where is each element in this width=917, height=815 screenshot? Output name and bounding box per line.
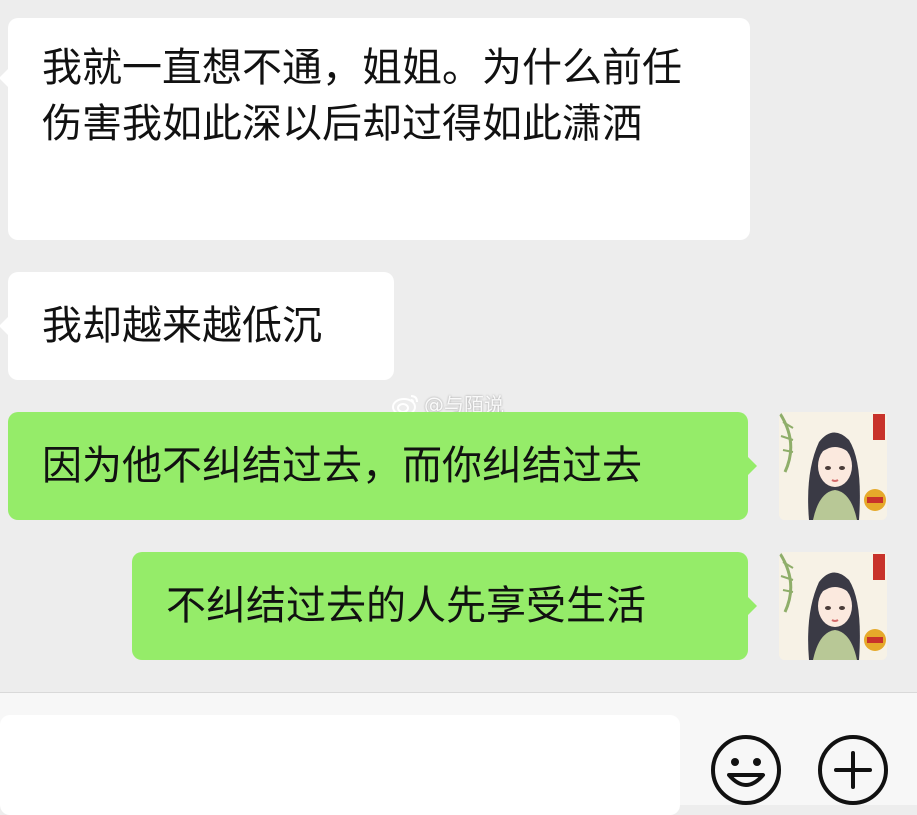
bubble-tail (747, 596, 757, 616)
message-text: 因为他不纠结过去，而你纠结过去 (42, 443, 642, 489)
message-bubble-outgoing[interactable]: 不纠结过去的人先享受生活 (132, 552, 757, 660)
message-text: 我却越来越低沉 (42, 303, 322, 349)
message-input[interactable] (0, 715, 680, 815)
input-bar (0, 692, 917, 815)
avatar-illustration (779, 552, 887, 660)
avatar[interactable] (779, 412, 887, 520)
smiley-face-icon (711, 735, 781, 805)
message-bubble-outgoing[interactable]: 因为他不纠结过去，而你纠结过去 (8, 412, 757, 520)
message-text: 不纠结过去的人先享受生活 (166, 583, 646, 629)
message-text: 我就一直想不通，姐姐。为什么前任伤害我如此深以后却过得如此潇洒 (42, 45, 682, 147)
plus-circle-icon (818, 735, 888, 805)
more-button[interactable] (816, 733, 890, 807)
emoji-button[interactable] (709, 733, 783, 807)
avatar-illustration (779, 412, 887, 520)
avatar[interactable] (779, 552, 887, 660)
chat-area[interactable]: 我就一直想不通，姐姐。为什么前任伤害我如此深以后却过得如此潇洒 我却越来越低沉 … (0, 0, 917, 692)
message-bubble-incoming[interactable]: 我却越来越低沉 (0, 272, 394, 380)
bubble-tail (0, 316, 9, 336)
bubble-tail (747, 456, 757, 476)
message-bubble-incoming[interactable]: 我就一直想不通，姐姐。为什么前任伤害我如此深以后却过得如此潇洒 (0, 18, 750, 240)
bubble-tail (0, 68, 9, 88)
